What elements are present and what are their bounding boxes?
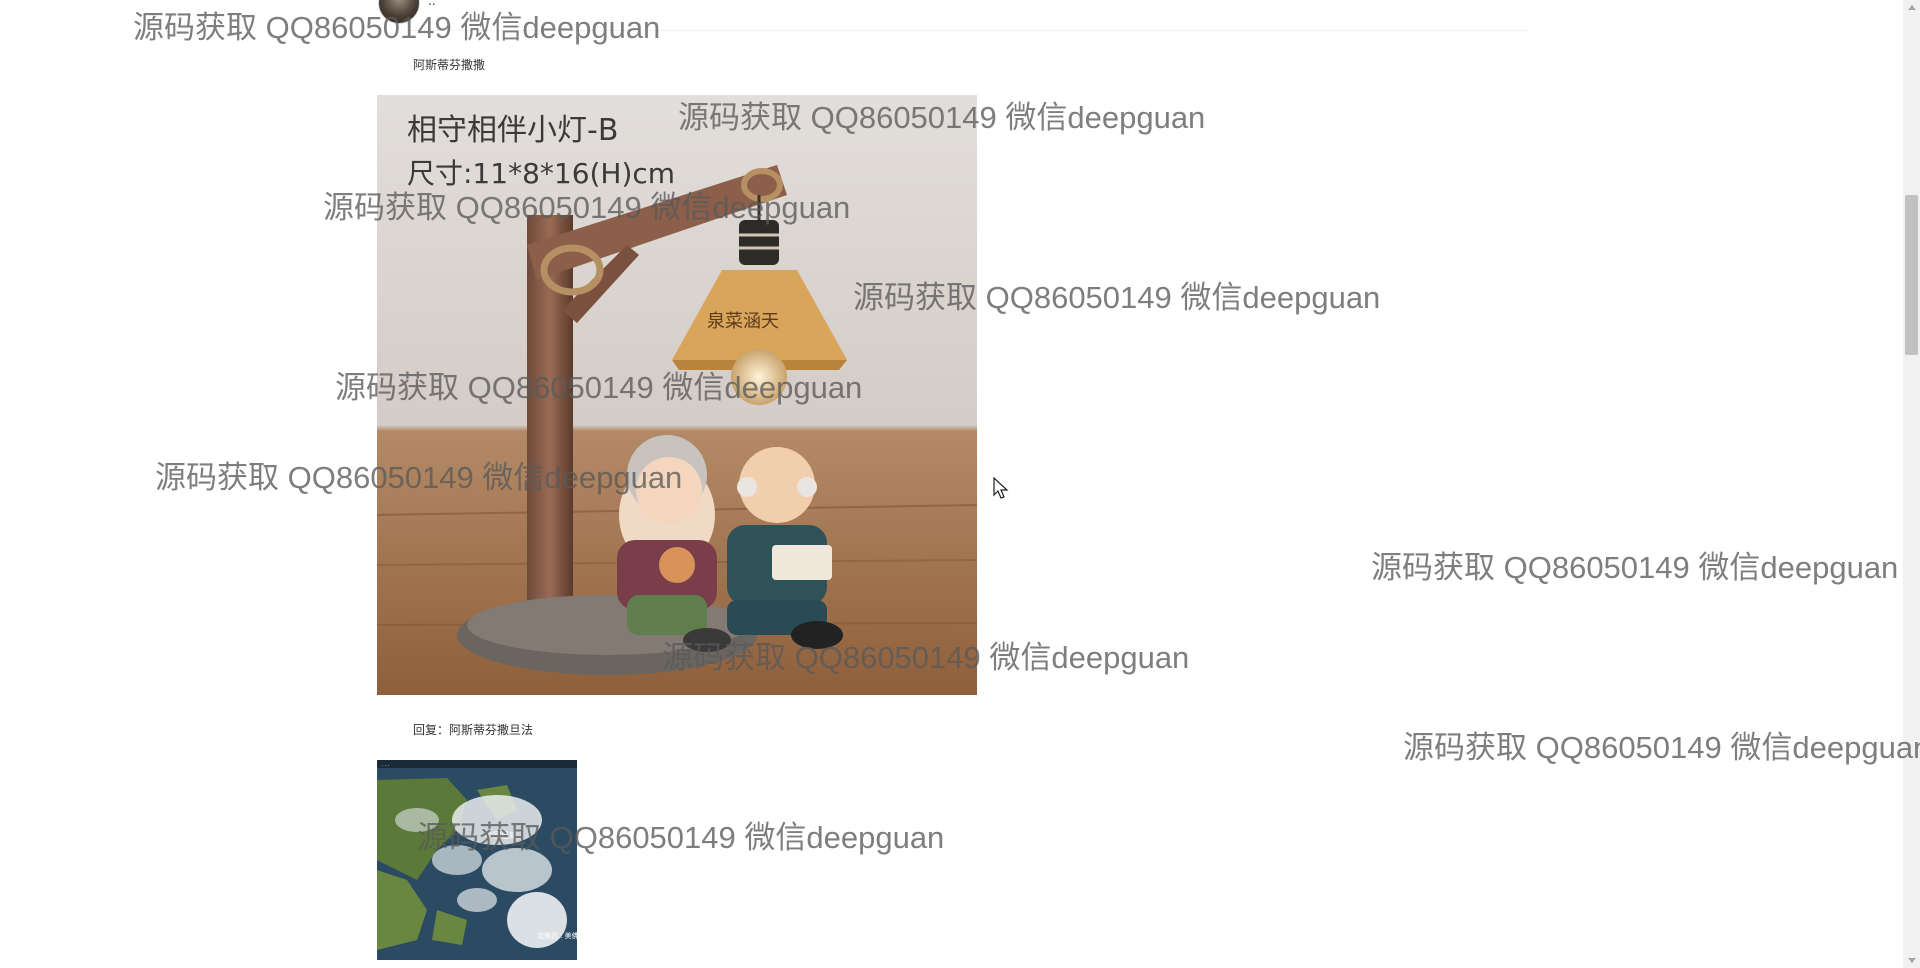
scrollbar-thumb[interactable] bbox=[1905, 195, 1918, 355]
lamp-shade-text: 泉菜涵天 bbox=[707, 311, 779, 332]
satellite-label-1: 中國巴威 bbox=[485, 830, 517, 840]
lamp-figurine-illustration: 相守相伴小灯-B 尺寸:11*8*16(H)cm 泉菜涵天 bbox=[377, 95, 977, 695]
satellite-map-illustration: ... 中國巴威 北美西.. 美佛羅 bbox=[377, 760, 577, 960]
watermark: 源码获取 QQ86050149 微信deepguan bbox=[1371, 550, 1899, 585]
post-message: 阿斯蒂芬撒撒 bbox=[413, 58, 486, 72]
mouse-cursor-icon bbox=[993, 477, 1009, 499]
satellite-label-2: 北美西.. 美佛羅 bbox=[537, 931, 577, 940]
post-image-lamp[interactable]: 相守相伴小灯-B 尺寸:11*8*16(H)cm 泉菜涵天 bbox=[377, 95, 977, 695]
vertical-scrollbar[interactable] bbox=[1903, 0, 1920, 968]
watermark: 源码获取 QQ86050149 微信deepguan bbox=[1403, 730, 1920, 765]
satellite-header: ... bbox=[381, 762, 390, 768]
reply-message: 回复：阿斯蒂芬撒旦法 bbox=[413, 723, 534, 737]
product-size-overlay: 尺寸:11*8*16(H)cm bbox=[407, 157, 675, 190]
divider bbox=[410, 30, 1528, 31]
scroll-down-arrow-icon[interactable] bbox=[1908, 958, 1916, 963]
user-avatar[interactable] bbox=[378, 0, 420, 24]
user-name[interactable]: .. bbox=[428, 0, 436, 8]
post-image-satellite[interactable]: ... 中國巴威 北美西.. 美佛羅 bbox=[377, 760, 577, 960]
product-title-overlay: 相守相伴小灯-B bbox=[407, 113, 618, 148]
page: .. 阿斯蒂芬撒撒 相守相伴小灯-B 尺寸:11*8*16(H)cm 泉菜涵天 … bbox=[0, 0, 1920, 968]
scroll-up-arrow-icon[interactable] bbox=[1908, 5, 1916, 10]
